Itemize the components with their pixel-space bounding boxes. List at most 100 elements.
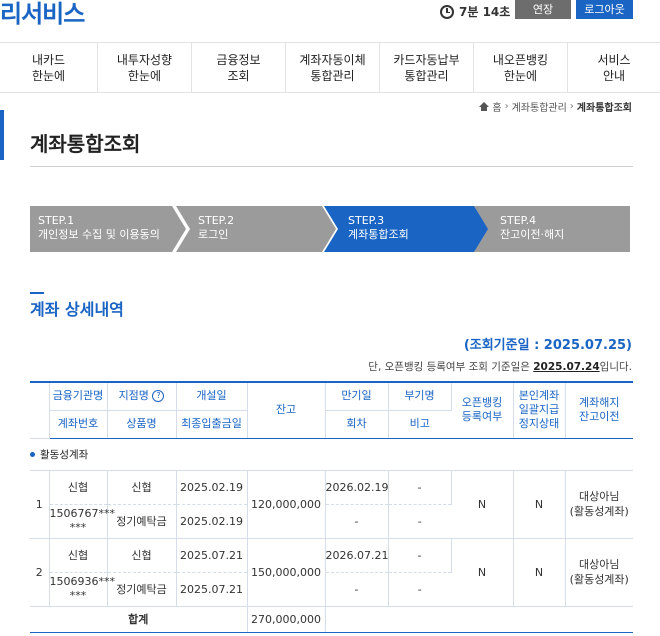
nav-item-financial-info[interactable]: 금융정보 조회 — [192, 43, 286, 92]
step-1-number: STEP.1 — [38, 214, 75, 227]
header-close: 계좌해지 잔고이전 — [565, 381, 633, 439]
institution-name: 신협 — [49, 538, 108, 573]
header-remarks: 비고 — [388, 410, 451, 439]
step-4: STEP.4 잔고이전·해지 — [474, 206, 630, 252]
step-1: STEP.1 개인정보 수집 및 이용동의 — [30, 206, 186, 252]
title-divider — [30, 166, 633, 167]
step-4-number: STEP.4 — [500, 214, 537, 227]
total-label: 합계 — [30, 605, 248, 633]
balance: 120,000,000 — [247, 470, 326, 539]
reference-date: (조회기준일 : 2025.07.25) — [463, 338, 632, 353]
extend-session-button[interactable]: 연장 — [515, 0, 571, 19]
open-date: 2025.07.21 — [176, 538, 248, 573]
section-marker — [30, 292, 44, 294]
round: - — [325, 572, 389, 607]
bullet-icon — [30, 452, 35, 457]
note-suffix: 입니다. — [599, 361, 632, 373]
nav-item-card-autopay[interactable]: 카드자동납부 통합관리 — [380, 43, 474, 92]
total-balance: 270,000,000 — [247, 605, 326, 633]
chevron-right-icon: › — [504, 101, 509, 112]
balance: 150,000,000 — [247, 538, 326, 607]
step-indicator: STEP.1 개인정보 수집 및 이용동의 STEP.2 로그인 STEP.3 … — [30, 206, 630, 252]
openbanking-status: N — [451, 470, 514, 539]
site-logo[interactable]: 리서비스 — [0, 0, 85, 29]
product-name: 정기예탁금 — [107, 572, 177, 607]
last-tx-date: 2025.07.21 — [176, 572, 248, 607]
account-detail-table: 금융기관명 지점명 ? 개설일 잔고 만기일 부기명 오픈뱅킹 등록여부 본인계… — [30, 381, 633, 633]
step-4-label: 잔고이전·해지 — [500, 228, 565, 241]
close-status: 대상아님 (활동성계좌) — [565, 470, 633, 539]
header-openbanking: 오픈뱅킹 등록여부 — [451, 381, 514, 439]
help-icon[interactable]: ? — [152, 390, 165, 403]
nav-item-my-card[interactable]: 내카드 한눈에 — [0, 43, 98, 92]
subscription-name: - — [388, 538, 452, 573]
table-row: 1 신협 신협 2025.02.19 120,000,000 2026.02.1… — [30, 470, 633, 539]
header-open-date: 개설일 — [176, 381, 248, 411]
institution-name: 신협 — [49, 470, 108, 505]
header-product: 상품명 — [107, 410, 177, 439]
top-bar: 리서비스 7분 14초 연장 로그아웃 — [0, 0, 660, 32]
main-nav: 내카드 한눈에 내투자성향 한눈에 금융정보 조회 계좌자동이체 통합관리 카드… — [0, 42, 660, 93]
header-branch: 지점명 ? — [107, 381, 177, 411]
header-round: 회차 — [325, 410, 389, 439]
total-empty — [325, 605, 633, 633]
maturity-date: 2026.07.21 — [325, 538, 389, 573]
product-name: 정기예탁금 — [107, 504, 177, 539]
row-number: 2 — [30, 538, 50, 607]
branch-name: 신협 — [107, 538, 177, 573]
maturity-date: 2026.02.19 — [325, 470, 389, 505]
breadcrumb-level1[interactable]: 계좌통합관리 — [512, 99, 567, 114]
home-icon[interactable] — [479, 102, 490, 111]
row-number: 1 — [30, 470, 50, 539]
breadcrumb: 홈 › 계좌통합관리 › 계좌통합조회 — [479, 99, 632, 114]
note-date: 2025.07.24 — [533, 361, 600, 373]
header-last-tx-date: 최종입출금일 — [176, 410, 248, 439]
group-label-row: 활동성계좌 — [30, 438, 633, 471]
openbanking-status: N — [451, 538, 514, 607]
table-row: 2 신협 신협 2025.07.21 150,000,000 2026.07.2… — [30, 538, 633, 607]
nav-item-investment-profile[interactable]: 내투자성향 한눈에 — [98, 43, 192, 92]
openbanking-note: 단, 오픈뱅킹 등록여부 조회 기준일은 2025.07.24입니다. — [368, 359, 632, 374]
breadcrumb-current: 계좌통합조회 — [576, 103, 632, 114]
header-branch-text: 지점명 — [118, 389, 149, 403]
nav-item-my-openbanking[interactable]: 내오픈뱅킹 한눈에 — [474, 43, 568, 92]
step-3-active: STEP.3 계좌통합조회 — [324, 206, 490, 252]
clock-icon — [440, 4, 454, 19]
account-number: 1506936*** *** — [49, 572, 115, 607]
logout-button[interactable]: 로그아웃 — [576, 0, 633, 19]
step-3-label: 계좌통합조회 — [348, 228, 409, 241]
left-accent-bar — [0, 110, 4, 160]
step-2-label: 로그인 — [198, 228, 229, 241]
self-account-status: N — [513, 538, 566, 607]
header-maturity: 만기일 — [325, 381, 389, 411]
total-row: 합계 270,000,000 — [30, 605, 633, 633]
breadcrumb-home[interactable]: 홈 — [492, 99, 501, 114]
step-2: STEP.2 로그인 — [176, 206, 336, 252]
chevron-right-icon: › — [569, 101, 574, 112]
self-account-status: N — [513, 470, 566, 539]
step-1-label: 개인정보 수집 및 이용동의 — [38, 228, 160, 241]
round: - — [325, 504, 389, 539]
nav-item-account-autotransfer[interactable]: 계좌자동이체 통합관리 — [286, 43, 380, 92]
step-3-number: STEP.3 — [348, 214, 385, 227]
header-balance: 잔고 — [247, 381, 326, 439]
header-account-no: 계좌번호 — [49, 410, 108, 439]
group-label: 활동성계좌 — [40, 448, 89, 461]
header-institution: 금융기관명 — [49, 381, 108, 411]
header-self-account: 본인계좌 일괄지급 정지상태 — [513, 381, 566, 439]
header-subscription: 부기명 — [388, 381, 452, 411]
remarks: - — [388, 572, 451, 607]
session-timer: 7분 14초 — [440, 3, 510, 20]
open-date: 2025.02.19 — [176, 470, 248, 505]
close-status: 대상아님 (활동성계좌) — [565, 538, 633, 607]
subscription-name: - — [388, 470, 452, 505]
remarks: - — [388, 504, 451, 539]
branch-name: 신협 — [107, 470, 177, 505]
last-tx-date: 2025.02.19 — [176, 504, 248, 539]
timer-text: 7분 14초 — [459, 5, 511, 19]
nav-item-service-info[interactable]: 서비스 안내 — [568, 43, 660, 92]
section-title: 계좌 상세내역 — [30, 300, 124, 319]
account-number: 1506767*** *** — [49, 504, 115, 539]
page-title: 계좌통합조회 — [30, 132, 141, 156]
note-prefix: 단, 오픈뱅킹 등록여부 조회 기준일은 — [368, 361, 534, 373]
